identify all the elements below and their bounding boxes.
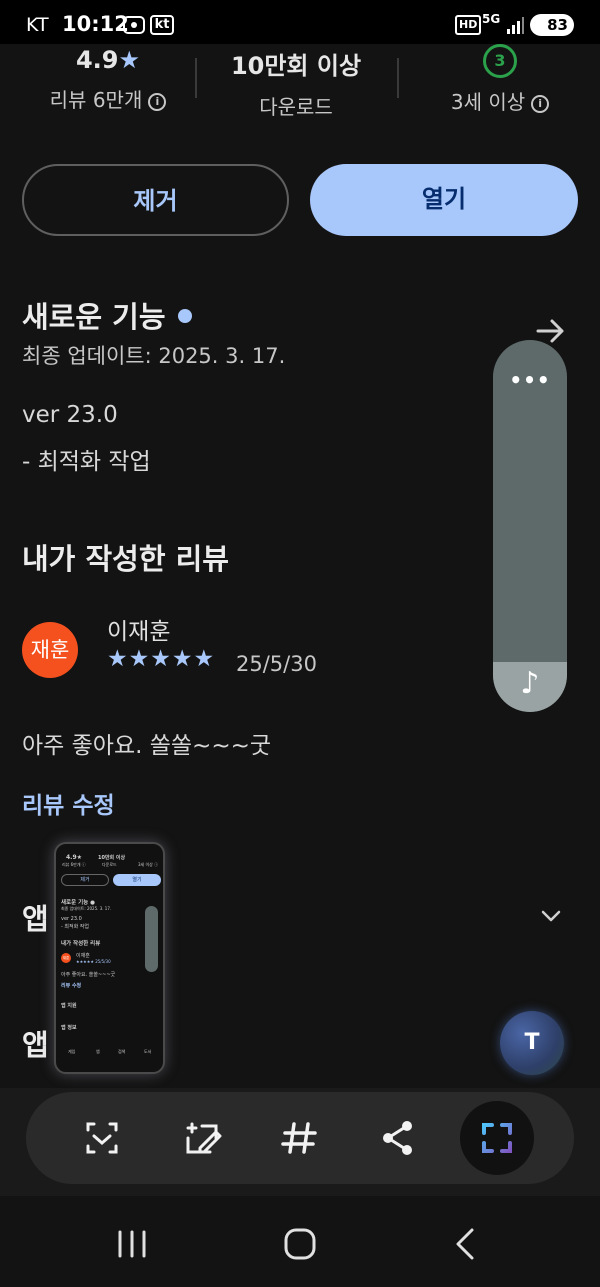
thumb-nav-apps: 앱 [96, 1049, 100, 1054]
thumb-app-support: 앱 지원 [61, 1003, 77, 1009]
star-icon: ★ [118, 46, 141, 74]
divider [195, 58, 197, 98]
thumb-open-button: 열기 [113, 874, 161, 886]
network-5g-icon: 5G [482, 12, 501, 26]
info-icon: i [531, 95, 550, 113]
open-button[interactable]: 열기 [310, 164, 578, 236]
app-info-title[interactable]: 앱 [22, 1022, 49, 1064]
age-rating-stat[interactable]: 3 3세 이상 i [420, 44, 580, 115]
thumb-app-info: 앱 정보 [61, 1025, 77, 1031]
thumb-stars-date: ★★★★★ 25/5/30 [76, 959, 111, 964]
age-rating-badge: 3 [483, 44, 517, 78]
downloads-value: 10만회 이상 [230, 52, 362, 80]
hd-voice-icon: HD [455, 15, 482, 35]
my-review-title: 내가 작성한 리뷰 [22, 542, 229, 576]
version-text: ver 23.0 [22, 402, 118, 428]
signal-icon [507, 17, 524, 34]
thumb-nav-books: 도서 [144, 1049, 152, 1054]
edit-image-icon[interactable] [178, 1114, 226, 1162]
thumb-note: - 최적화 작업 [61, 924, 89, 930]
screen-record-icon [123, 16, 145, 34]
last-updated: 최종 업데이트: 2025. 3. 17. [22, 344, 286, 368]
text-extract-button[interactable]: T [500, 1011, 564, 1075]
capture-icon [482, 1123, 512, 1153]
rating-value: 4.9 [75, 46, 119, 74]
thumb-nav-search: 검색 [118, 1049, 126, 1054]
thumb-remove-button: 제거 [61, 874, 109, 886]
text-extract-icon: T [524, 1030, 540, 1055]
scan-select-icon[interactable] [78, 1114, 126, 1162]
thumb-whats-new: 새로운 기능 ● [61, 900, 95, 906]
review-stars: ★★★★★ [107, 646, 216, 672]
thumb-side-panel [145, 906, 158, 972]
edit-review-link[interactable]: 리뷰 수정 [22, 786, 115, 820]
avatar: 재훈 [22, 622, 78, 678]
thumb-review-title: 내가 작성한 리뷰 [61, 941, 101, 947]
battery-indicator: 83 [530, 14, 574, 36]
music-note-icon[interactable]: ♪ [493, 662, 567, 712]
info-icon: i [148, 93, 167, 111]
thumb-rating: 4.9★ [66, 854, 83, 861]
kt-app-icon: kt [150, 15, 174, 35]
carrier-label: KT [26, 14, 49, 36]
floating-side-panel[interactable]: ••• ♪ [493, 340, 567, 712]
thumb-review-text: 아주 좋아요. 쏠쏠~~~굿 [61, 972, 116, 978]
home-icon[interactable] [280, 1226, 320, 1262]
thumb-downloads: 10만회 이상 [98, 855, 126, 861]
reviews-count: 리뷰 6만개 [49, 88, 143, 112]
thumb-reviews: 리뷰 6만개 ⓘ [62, 862, 86, 867]
thumb-nav-games: 게임 [68, 1049, 76, 1054]
status-bar: KT 10:12 kt HD 5G 83 [0, 0, 600, 44]
chevron-down-icon[interactable] [540, 905, 562, 927]
capture-button[interactable] [460, 1101, 534, 1175]
divider [397, 58, 399, 98]
update-note: - 최적화 작업 [22, 449, 151, 475]
screenshot-thumbnail[interactable]: 4.9★ 리뷰 6만개 ⓘ 10만회 이상 다운로드 3세 이상 ⓘ 제거 열기… [54, 842, 165, 1074]
thumb-age-label: 3세 이상 ⓘ [138, 862, 159, 867]
more-icon[interactable]: ••• [493, 368, 567, 392]
review-author: 이재훈 [107, 619, 171, 645]
thumb-edit-link: 리뷰 수정 [61, 983, 82, 989]
review-text: 아주 좋아요. 쏠쏠~~~굿 [22, 733, 272, 759]
downloads-label: 다운로드 [259, 95, 333, 119]
downloads-stat: 10만회 이상 다운로드 [206, 46, 386, 120]
new-indicator-dot [177, 309, 192, 323]
thumb-avatar: 재훈 [61, 953, 71, 963]
whats-new-header[interactable]: 새로운 기능 [22, 294, 192, 336]
app-support-title[interactable]: 앱 [22, 896, 49, 938]
thumb-downloads-label: 다운로드 [102, 862, 117, 867]
rating-stat[interactable]: 4.9★ 리뷰 6만개 i [28, 46, 188, 113]
share-icon[interactable] [374, 1114, 422, 1162]
hashtag-icon[interactable] [275, 1114, 323, 1162]
whats-new-title: 새로운 기능 [22, 300, 166, 334]
review-date: 25/5/30 [236, 652, 317, 676]
battery-level: 83 [547, 16, 568, 34]
clock: 10:12 [62, 12, 129, 36]
remove-button[interactable]: 제거 [22, 164, 289, 236]
thumb-version: ver 23.0 [61, 916, 82, 922]
thumb-updated: 최종 업데이트: 2025. 3. 17. [61, 906, 112, 911]
back-icon[interactable] [446, 1226, 486, 1262]
age-rating-label: 3세 이상 [450, 90, 526, 114]
recent-apps-icon[interactable] [112, 1226, 152, 1262]
thumb-author: 이재훈 [76, 953, 90, 959]
